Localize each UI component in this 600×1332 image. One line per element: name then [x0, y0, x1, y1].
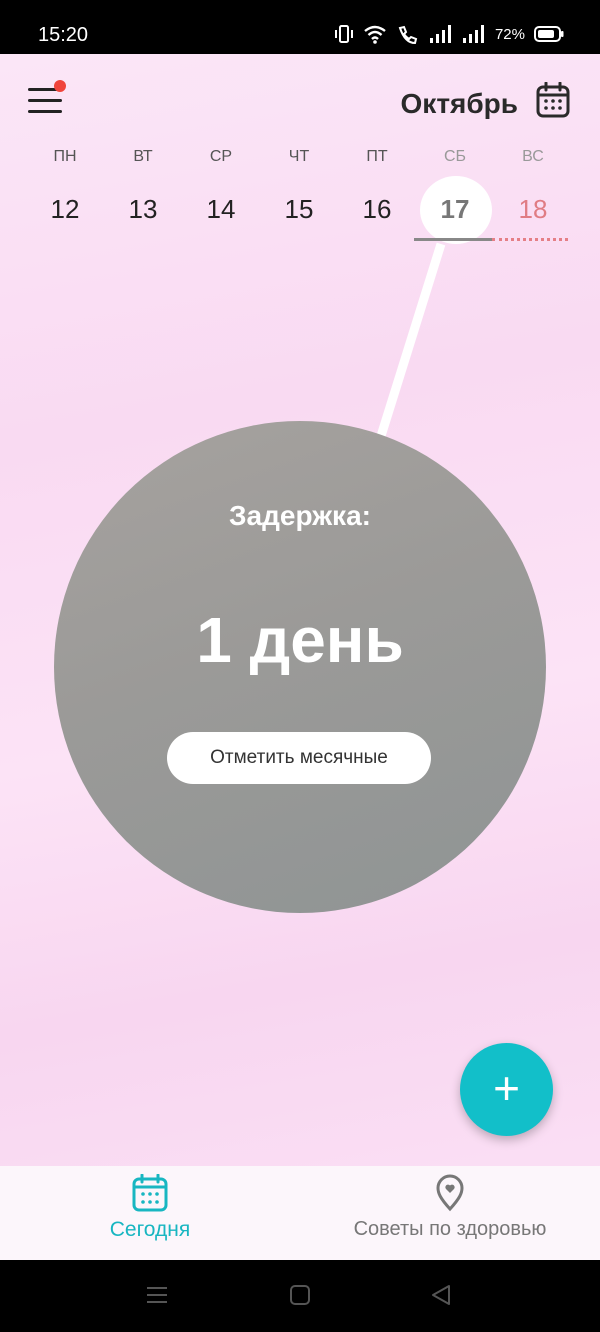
- nav-health-tips[interactable]: Советы по здоровью: [330, 1166, 570, 1260]
- recents-icon[interactable]: [146, 1284, 168, 1306]
- nav-today[interactable]: Сегодня: [60, 1166, 240, 1260]
- signal-icon: [462, 25, 484, 43]
- date-number: 16: [362, 194, 392, 224]
- signal-icon: [429, 25, 451, 43]
- selected-day-pointer: [376, 242, 446, 438]
- status-bar: 15:20 72%: [0, 0, 600, 54]
- calendar-icon: [132, 1174, 168, 1212]
- delay-value: 1 день: [196, 604, 404, 676]
- wifi-calling-icon: [398, 25, 418, 44]
- wifi-icon: [364, 25, 386, 44]
- system-nav-bar: [0, 1260, 600, 1332]
- date-number: 14: [206, 194, 236, 224]
- nav-today-label: Сегодня: [109, 1218, 191, 1241]
- delay-label: Задержка:: [229, 500, 371, 531]
- date-number: 17: [440, 194, 470, 224]
- mark-period-button[interactable]: Отметить месячные: [167, 732, 431, 784]
- back-icon[interactable]: [430, 1284, 452, 1306]
- status-time: 15:20: [38, 24, 89, 46]
- date-number: 15: [284, 194, 314, 224]
- date-number: 18: [518, 194, 548, 224]
- home-icon[interactable]: [289, 1284, 311, 1306]
- app-screen: Октябрь ПН ВТ СР ЧТ ПТ СБ ВС 12 13 14 15…: [0, 54, 600, 1260]
- vibrate-icon: [334, 25, 353, 43]
- date-number: 13: [128, 194, 158, 224]
- add-button[interactable]: +: [460, 1043, 553, 1136]
- date-number: 12: [50, 194, 80, 224]
- battery-percent: 72%: [494, 25, 525, 43]
- battery-icon: [534, 26, 564, 42]
- status-icons: 72%: [334, 24, 564, 44]
- bottom-nav: Сегодня Советы по здоровью: [0, 1166, 600, 1260]
- location-heart-icon: [436, 1174, 464, 1212]
- nav-health-tips-label: Советы по здоровью: [353, 1218, 547, 1240]
